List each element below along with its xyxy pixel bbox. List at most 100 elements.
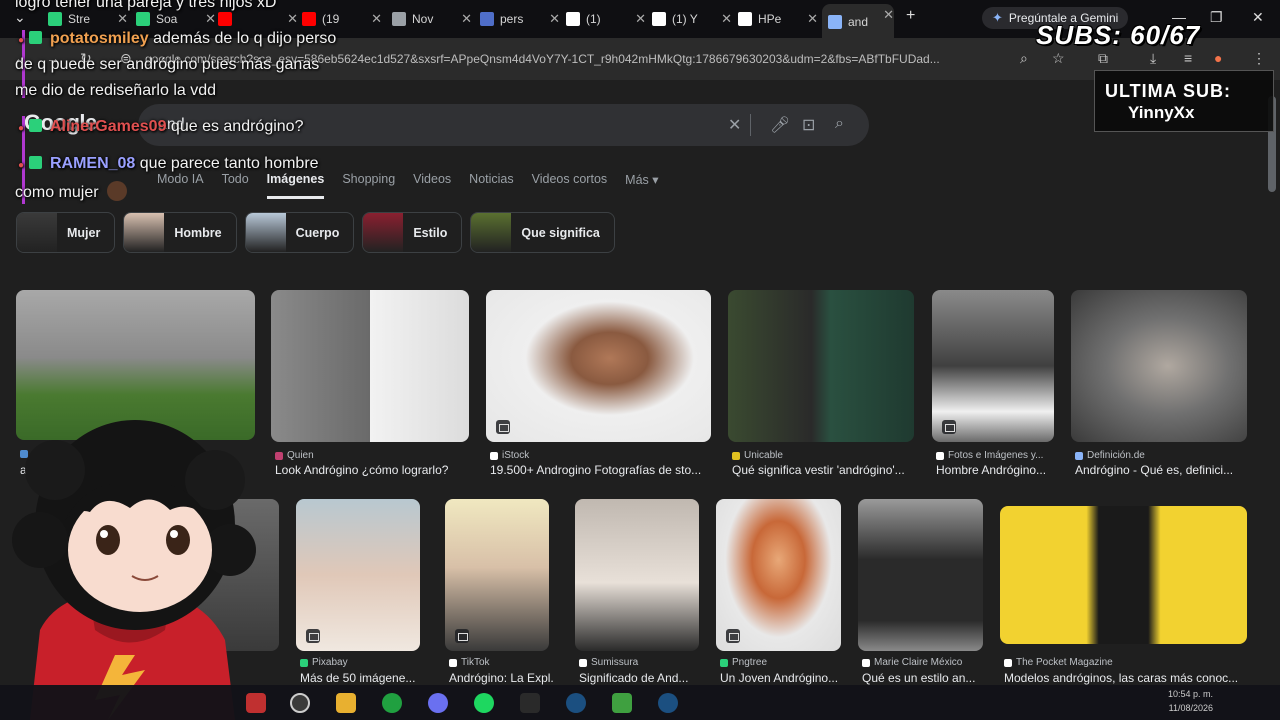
result-title[interactable]: Más de 50 imágene... bbox=[300, 671, 424, 685]
result-source[interactable]: Unicable bbox=[732, 450, 783, 461]
result-source[interactable]: The Pocket Magazine bbox=[1004, 657, 1113, 668]
source-favicon-icon bbox=[300, 658, 308, 667]
result-source[interactable]: iStock bbox=[490, 450, 529, 461]
result-title[interactable]: Significado de And... bbox=[579, 671, 703, 685]
steam-icon[interactable] bbox=[566, 693, 586, 713]
result-title[interactable]: Andrógino - Qué es, definici... bbox=[1075, 463, 1251, 477]
xbox-icon[interactable] bbox=[382, 693, 402, 713]
file-explorer-icon[interactable] bbox=[336, 693, 356, 713]
bookmark-star-icon[interactable]: ☆ bbox=[1052, 50, 1065, 67]
chat-username[interactable]: RAMEN_08 bbox=[50, 155, 135, 172]
tab-label: Nov bbox=[412, 12, 434, 26]
search-tab[interactable]: Más ▾ bbox=[625, 172, 658, 199]
tab-close-icon[interactable]: ✕ bbox=[117, 11, 128, 27]
media-icon[interactable]: ≡ bbox=[1184, 50, 1192, 66]
result-source[interactable]: Pngtree bbox=[720, 657, 767, 668]
close-window-icon[interactable]: ✕ bbox=[1252, 9, 1264, 26]
taskbar bbox=[0, 685, 1280, 720]
extensions-icon[interactable]: ⧉ bbox=[1098, 50, 1108, 67]
tab-close-icon[interactable]: ✕ bbox=[883, 7, 894, 23]
result-source[interactable]: Quien bbox=[275, 450, 314, 461]
lens-icon[interactable]: ⊡ bbox=[802, 115, 815, 135]
search-tab[interactable]: Shopping bbox=[342, 172, 395, 199]
voice-search-icon[interactable]: 🎤︎ bbox=[770, 115, 790, 135]
zoom-icon[interactable]: ⌕ bbox=[1020, 50, 1028, 67]
steam-icon[interactable] bbox=[658, 693, 678, 713]
result-thumbnail[interactable] bbox=[486, 290, 711, 442]
source-name: Fotos e Imágenes y... bbox=[948, 450, 1044, 461]
chip-label: Estilo bbox=[413, 225, 448, 240]
result-thumbnail[interactable] bbox=[1071, 290, 1247, 442]
refine-chip[interactable]: Estilo bbox=[362, 212, 463, 253]
result-source[interactable]: Fotos e Imágenes y... bbox=[936, 450, 1043, 461]
result-title[interactable]: Qué es un estilo an... bbox=[862, 671, 987, 685]
search-tab[interactable]: Videos bbox=[413, 172, 451, 199]
menu-icon[interactable]: ⋮ bbox=[1252, 50, 1266, 67]
tab-close-icon[interactable]: ✕ bbox=[205, 11, 216, 27]
result-source[interactable]: Marie Claire México bbox=[862, 657, 962, 668]
chat-username[interactable]: potatosmiley bbox=[50, 30, 149, 47]
result-source[interactable]: Pixabay bbox=[300, 657, 348, 668]
refine-chip[interactable]: Que significa bbox=[470, 212, 615, 253]
result-title[interactable]: Andrógino: La Expl... bbox=[449, 671, 553, 685]
result-source[interactable]: Sumissura bbox=[579, 657, 638, 668]
browser-tab[interactable]: and ✕ bbox=[822, 4, 894, 38]
clock-date: 11/08/2026 bbox=[1168, 703, 1214, 713]
browser-tab[interactable]: (1) ✕ bbox=[566, 8, 646, 30]
discord-icon[interactable] bbox=[428, 693, 448, 713]
tab-close-icon[interactable]: ✕ bbox=[807, 11, 818, 27]
result-title[interactable]: Hombre Andrógino... bbox=[936, 463, 1058, 477]
tab-close-icon[interactable]: ✕ bbox=[635, 11, 646, 27]
app-icon[interactable] bbox=[246, 693, 266, 713]
result-thumbnail[interactable] bbox=[271, 290, 469, 442]
clear-search-icon[interactable]: ✕ bbox=[728, 115, 741, 135]
result-title[interactable]: 19.500+ Androgino Fotografías de sto... bbox=[490, 463, 715, 477]
search-tab[interactable]: Todo bbox=[222, 172, 249, 199]
result-title[interactable]: Un Joven Andrógino... bbox=[720, 671, 845, 685]
epic-games-icon[interactable] bbox=[520, 693, 540, 713]
obs-icon[interactable] bbox=[290, 693, 310, 713]
tab-close-icon[interactable]: ✕ bbox=[287, 11, 298, 27]
tab-close-icon[interactable]: ✕ bbox=[721, 11, 732, 27]
result-source[interactable]: TikTok bbox=[449, 657, 490, 668]
result-thumbnail[interactable] bbox=[858, 499, 983, 651]
system-clock[interactable]: 10:54 p. m. 11/08/2026 bbox=[1168, 687, 1213, 715]
tab-close-icon[interactable]: ✕ bbox=[549, 11, 560, 27]
result-title[interactable]: Modelos andróginos, las caras más conoc.… bbox=[1004, 671, 1251, 685]
browser-tab[interactable]: (19 ✕ bbox=[302, 8, 382, 30]
refine-chip[interactable]: Mujer bbox=[16, 212, 116, 253]
browser-tab[interactable]: HPe ✕ bbox=[738, 8, 818, 30]
result-title[interactable]: Look Andrógino ¿cómo lograrlo? bbox=[275, 463, 473, 477]
profile-icon[interactable]: ● bbox=[1214, 50, 1222, 66]
tab-close-icon[interactable]: ✕ bbox=[461, 11, 472, 27]
result-thumbnail[interactable] bbox=[575, 499, 699, 651]
result-title[interactable]: Qué significa vestir 'andrógino'... bbox=[732, 463, 918, 477]
spotify-icon[interactable] bbox=[474, 693, 494, 713]
result-source[interactable]: Definición.de bbox=[1075, 450, 1145, 461]
search-tab[interactable]: Videos cortos bbox=[532, 172, 608, 199]
chat-text: como mujer bbox=[15, 184, 99, 201]
subs-counter: SUBS: 60/67 bbox=[1036, 20, 1201, 50]
refine-chip[interactable]: Cuerpo bbox=[244, 212, 355, 253]
result-thumbnail[interactable] bbox=[728, 290, 914, 442]
restore-icon[interactable]: ❐ bbox=[1210, 9, 1223, 26]
refine-chip[interactable]: Hombre bbox=[123, 212, 237, 253]
chip-thumbnail bbox=[363, 213, 404, 252]
search-tab[interactable]: Modo IA bbox=[157, 172, 204, 199]
result-thumbnail[interactable] bbox=[1000, 506, 1247, 644]
source-favicon-icon bbox=[579, 658, 587, 667]
search-tab[interactable]: Noticias bbox=[469, 172, 513, 199]
tab-favicon-icon bbox=[392, 12, 406, 26]
chat-line: me dio de rediseñarlo la vdd bbox=[15, 82, 217, 99]
minecraft-icon[interactable] bbox=[612, 693, 632, 713]
browser-tab[interactable]: (1) Y ✕ bbox=[652, 8, 732, 30]
browser-tab[interactable]: Nov ✕ bbox=[392, 8, 472, 30]
download-icon[interactable]: ⤓ bbox=[1150, 50, 1156, 67]
browser-tab[interactable]: pers ✕ bbox=[480, 8, 560, 30]
search-tab[interactable]: Imágenes bbox=[266, 172, 325, 199]
refine-chips: Mujer Hombre Cuerpo Estilo Que significa bbox=[16, 212, 615, 253]
new-tab-button[interactable]: + bbox=[906, 7, 915, 25]
chat-username[interactable]: AlinerGames09 bbox=[50, 118, 167, 135]
search-icon[interactable]: ⌕ bbox=[835, 115, 844, 133]
tab-close-icon[interactable]: ✕ bbox=[371, 11, 382, 27]
